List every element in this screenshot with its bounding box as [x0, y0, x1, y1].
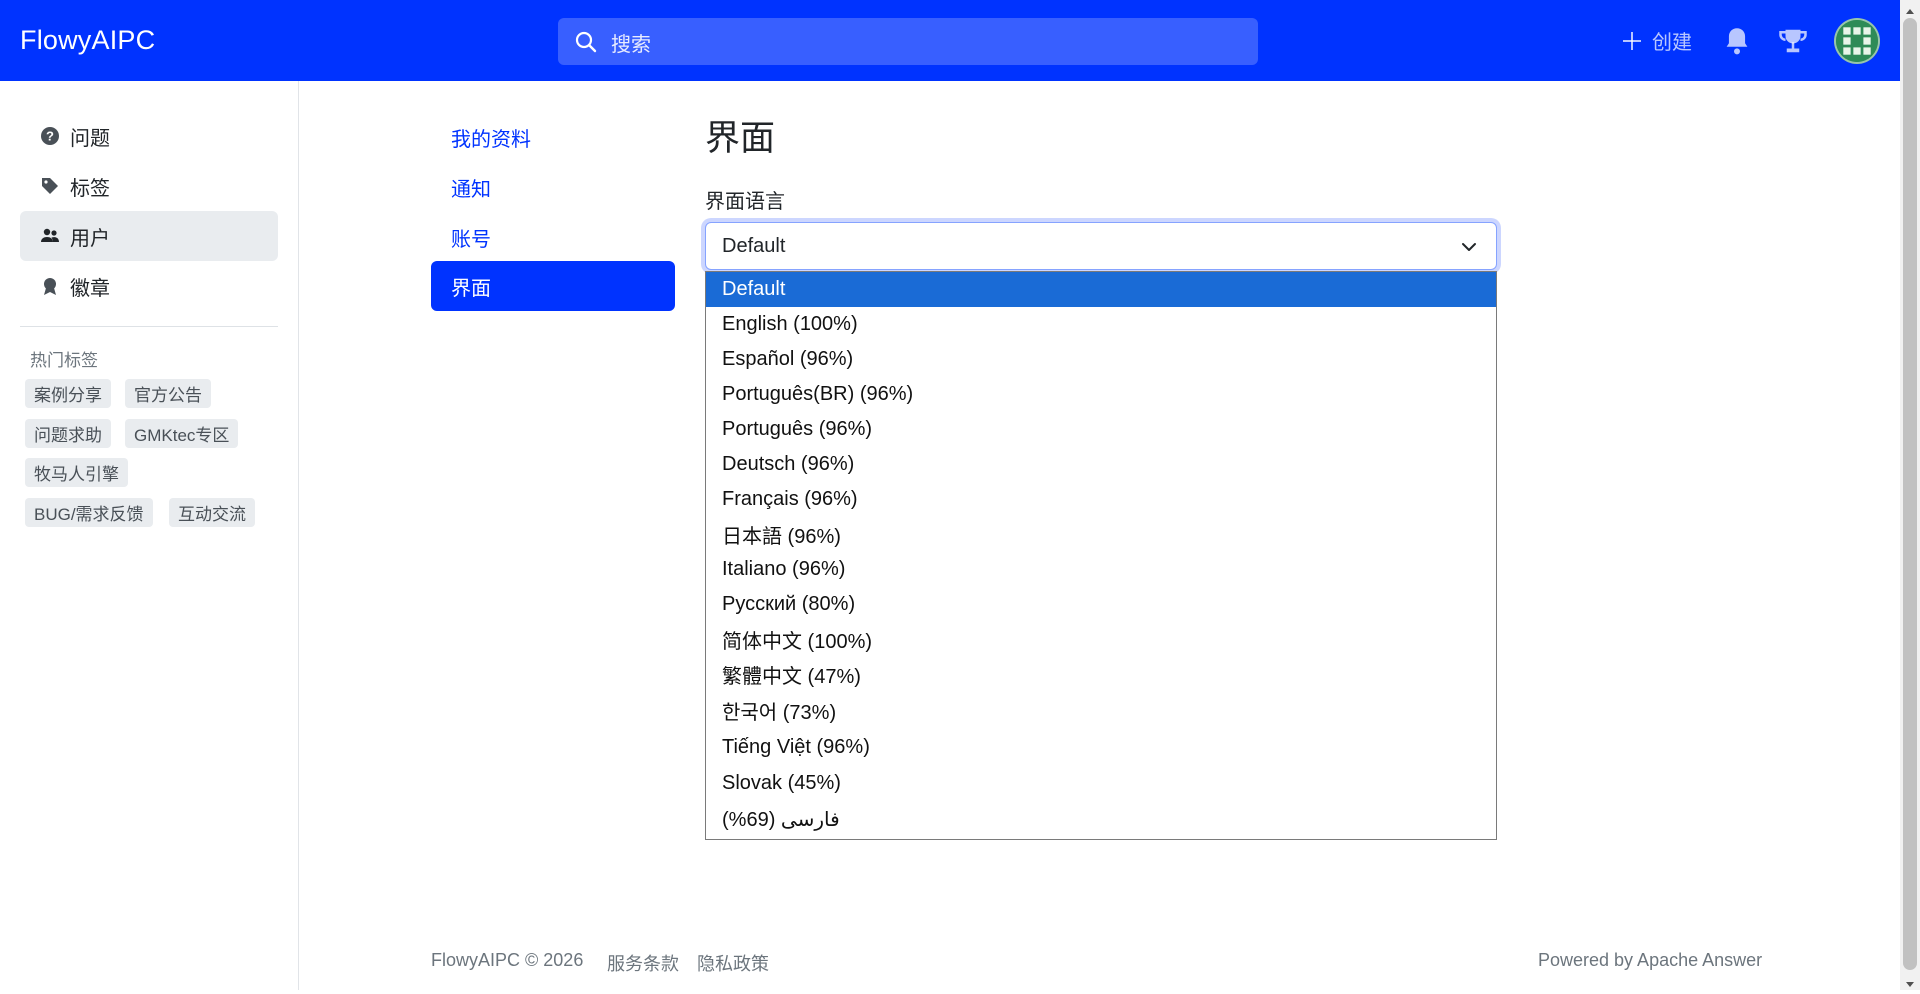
language-option[interactable]: Português(BR) (96%): [706, 377, 1496, 412]
page-scrollbar[interactable]: [1900, 0, 1920, 990]
settings-nav-profile[interactable]: 我的资料: [431, 112, 675, 162]
sidebar-item-questions[interactable]: ? 问题: [20, 111, 278, 161]
language-option-default[interactable]: Default: [706, 272, 1496, 307]
language-option[interactable]: Português (96%): [706, 412, 1496, 447]
svg-text:?: ?: [46, 129, 54, 144]
sidebar-item-label: 标签: [70, 177, 110, 200]
scrollbar-thumb[interactable]: [1903, 18, 1917, 970]
bell-icon[interactable]: [1722, 26, 1752, 56]
sidebar-item-tags[interactable]: 标签: [20, 161, 278, 211]
language-option[interactable]: Español (96%): [706, 342, 1496, 377]
settings-nav-interface[interactable]: 界面: [431, 261, 675, 311]
hot-tag[interactable]: 互动交流: [169, 498, 255, 527]
footer-privacy-link[interactable]: 隐私政策: [697, 950, 769, 976]
sidebar-item-label: 问题: [70, 127, 110, 150]
hot-tags-title: 热门标签: [30, 351, 98, 370]
footer-terms-link[interactable]: 服务条款: [607, 950, 679, 976]
hot-tag[interactable]: 问题求助: [25, 419, 111, 448]
tags-icon: [40, 176, 60, 196]
people-icon: [40, 226, 60, 246]
language-option[interactable]: 繁體中文 (47%): [706, 657, 1496, 692]
page-title: 界面: [705, 119, 776, 158]
language-dropdown-list: Default English (100%) Español (96%) Por…: [705, 271, 1497, 840]
brand-logo[interactable]: FlowyAIPC: [20, 25, 155, 56]
hot-tag[interactable]: 牧马人引擎: [25, 458, 128, 487]
sidebar-item-badges[interactable]: 徽章: [20, 261, 278, 311]
language-option[interactable]: 日本語 (96%): [706, 517, 1496, 552]
search-input[interactable]: 搜索: [558, 18, 1258, 65]
create-label: 创建: [1652, 32, 1692, 54]
language-option[interactable]: Français (96%): [706, 482, 1496, 517]
language-label: 界面语言: [705, 191, 785, 213]
left-sidebar: ? 问题 标签 用户 徽章 热门标签 案例分享 官方公告 问题求助 GMKtec…: [0, 81, 299, 990]
language-option[interactable]: Deutsch (96%): [706, 447, 1496, 482]
search-icon: [574, 30, 598, 54]
hot-tag[interactable]: GMKtec专区: [125, 419, 239, 448]
avatar[interactable]: [1834, 17, 1880, 64]
search-placeholder: 搜索: [611, 34, 651, 56]
language-option[interactable]: 简体中文 (100%): [706, 622, 1496, 657]
plus-icon: [1623, 31, 1641, 50]
language-option[interactable]: Italiano (96%): [706, 552, 1496, 587]
hot-tag[interactable]: 案例分享: [25, 379, 111, 408]
scroll-up-arrow-icon[interactable]: [1905, 4, 1915, 14]
question-circle-icon: ?: [40, 126, 60, 146]
sidebar-item-users[interactable]: 用户: [20, 211, 278, 261]
language-option[interactable]: 한국어 (73%): [706, 693, 1496, 728]
trophy-icon[interactable]: [1778, 26, 1808, 56]
scroll-down-arrow-icon[interactable]: [1905, 976, 1915, 987]
language-select[interactable]: Default: [705, 222, 1497, 270]
footer-copyright: FlowyAIPC © 2026: [431, 950, 584, 970]
sidebar-divider: [20, 326, 278, 327]
settings-nav-account[interactable]: 账号: [431, 212, 675, 262]
settings-nav-notifications[interactable]: 通知: [431, 162, 675, 212]
chevron-down-icon: [1460, 238, 1478, 262]
sidebar-item-label: 徽章: [70, 277, 110, 300]
language-option[interactable]: Русский (80%): [706, 587, 1496, 622]
language-option[interactable]: English (100%): [706, 307, 1496, 342]
language-select-value: Default: [722, 234, 786, 257]
sidebar-item-label: 用户: [70, 227, 110, 250]
award-icon: [40, 276, 60, 296]
hot-tag[interactable]: 官方公告: [125, 379, 211, 408]
create-button[interactable]: 创建: [1620, 26, 1692, 55]
footer-powered-by[interactable]: Powered by Apache Answer: [1538, 950, 1762, 971]
language-option[interactable]: Tiếng Việt (96%): [706, 730, 1496, 765]
header-actions: 创建: [1620, 0, 1880, 81]
language-option[interactable]: فارسی (69%): [706, 802, 1496, 837]
hot-tag[interactable]: BUG/需求反馈: [25, 498, 153, 527]
top-header: FlowyAIPC 搜索 创建: [0, 0, 1900, 81]
language-option[interactable]: Slovak (45%): [706, 766, 1496, 801]
